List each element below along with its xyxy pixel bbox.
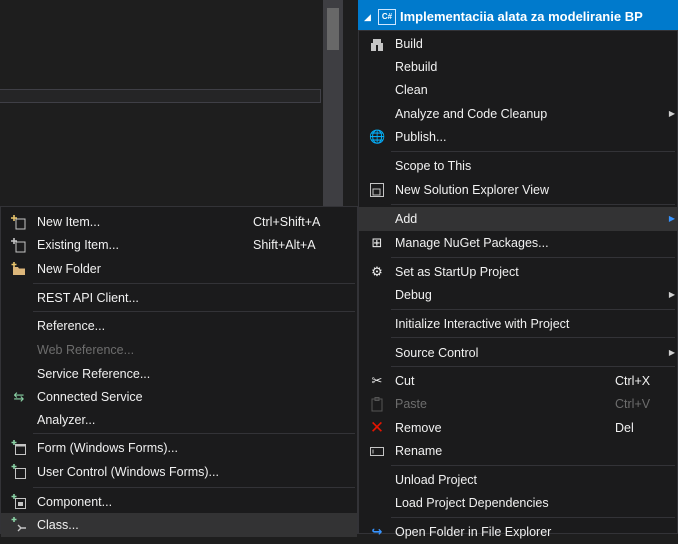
- rename-icon: [369, 443, 385, 459]
- existing-item-icon: [11, 237, 27, 253]
- menu-item-initialize-interactive[interactable]: Initialize Interactive with Project: [359, 312, 677, 336]
- menu-item-rename[interactable]: Rename: [359, 439, 677, 463]
- submenu-item-reference[interactable]: Reference...: [1, 314, 357, 338]
- menu-separator: [33, 433, 355, 434]
- remove-icon: ✕: [369, 418, 385, 437]
- menu-item-publish[interactable]: 🌐 Publish...: [359, 125, 677, 149]
- submenu-arrow-icon: ▶: [668, 214, 675, 223]
- menu-separator: [391, 257, 675, 258]
- submenu-arrow-icon: ▶: [668, 348, 675, 357]
- menu-separator: [391, 517, 675, 518]
- menu-separator: [391, 366, 675, 367]
- submenu-item-user-control[interactable]: User Control (Windows Forms)...: [1, 460, 357, 484]
- menu-item-rebuild[interactable]: Rebuild: [359, 55, 677, 79]
- menu-item-set-startup-project[interactable]: ⚙ Set as StartUp Project: [359, 260, 677, 284]
- gear-icon: ⚙: [371, 264, 383, 279]
- menu-item-cut[interactable]: ✂ Cut Ctrl+X: [359, 369, 677, 393]
- submenu-item-class[interactable]: Class...: [1, 513, 357, 537]
- open-folder-icon: ↪: [371, 524, 383, 539]
- menu-item-unload-project[interactable]: Unload Project: [359, 468, 677, 492]
- menu-item-new-solution-explorer-view[interactable]: New Solution Explorer View: [359, 178, 677, 202]
- submenu-item-existing-item[interactable]: Existing Item... Shift+Alt+A: [1, 233, 357, 257]
- new-folder-icon: [11, 261, 27, 277]
- menu-separator: [33, 487, 355, 488]
- menu-item-debug[interactable]: Debug ▶: [359, 283, 677, 307]
- paste-icon: [369, 396, 385, 412]
- menu-separator: [33, 283, 355, 284]
- submenu-item-rest-api-client[interactable]: REST API Client...: [1, 286, 357, 310]
- new-item-icon: [11, 214, 27, 230]
- solution-explorer-selected-project[interactable]: ◢ C# Implementaciia alata za modeliranie…: [358, 0, 678, 30]
- submenu-item-component[interactable]: Component...: [1, 490, 357, 514]
- build-icon: [369, 36, 385, 52]
- expand-arrow-icon[interactable]: ◢: [364, 12, 371, 23]
- scissors-icon: ✂: [371, 373, 383, 388]
- submenu-item-connected-service[interactable]: ⇆ Connected Service: [1, 385, 357, 409]
- scrollbar-thumb[interactable]: [327, 8, 339, 50]
- nuget-icon: ⊞: [371, 235, 383, 250]
- menu-separator: [391, 151, 675, 152]
- menu-separator: [391, 204, 675, 205]
- project-name: Implementaciia alata za modeliranie BP: [400, 9, 643, 24]
- connected-service-icon: ⇆: [13, 389, 25, 404]
- menu-separator: [391, 337, 675, 338]
- user-control-icon: [11, 464, 27, 480]
- menu-separator: [391, 309, 675, 310]
- menu-item-analyze-cleanup[interactable]: Analyze and Code Cleanup ▶: [359, 102, 677, 126]
- submenu-arrow-icon: ▶: [668, 109, 675, 118]
- submenu-item-new-item[interactable]: New Item... Ctrl+Shift+A: [1, 210, 357, 234]
- editor-input-field[interactable]: [0, 89, 321, 103]
- menu-item-open-folder[interactable]: ↪ Open Folder in File Explorer: [359, 520, 677, 544]
- submenu-item-form[interactable]: Form (Windows Forms)...: [1, 436, 357, 460]
- project-context-menu: Build Rebuild Clean Analyze and Code Cle…: [358, 30, 678, 539]
- menu-item-build[interactable]: Build: [359, 32, 677, 56]
- menu-item-clean[interactable]: Clean: [359, 78, 677, 102]
- menu-item-scope-to-this[interactable]: Scope to This: [359, 154, 677, 178]
- submenu-item-web-reference[interactable]: Web Reference...: [1, 338, 357, 362]
- submenu-item-new-folder[interactable]: New Folder: [1, 257, 357, 281]
- csharp-project-icon: C#: [378, 9, 396, 25]
- submenu-item-analyzer[interactable]: Analyzer...: [1, 408, 357, 432]
- globe-icon: 🌐: [369, 129, 386, 144]
- component-icon: [11, 494, 27, 510]
- menu-item-load-project-dependencies[interactable]: Load Project Dependencies: [359, 491, 677, 515]
- class-icon: [11, 517, 27, 533]
- menu-separator: [391, 465, 675, 466]
- form-icon: [11, 440, 27, 456]
- menu-item-manage-nuget[interactable]: ⊞ Manage NuGet Packages...: [359, 231, 677, 255]
- menu-item-add[interactable]: Add ▶: [359, 207, 677, 231]
- submenu-arrow-icon: ▶: [668, 290, 675, 299]
- submenu-item-service-reference[interactable]: Service Reference...: [1, 362, 357, 386]
- new-view-icon: [369, 182, 385, 198]
- menu-item-source-control[interactable]: Source Control ▶: [359, 341, 677, 365]
- menu-item-remove[interactable]: ✕ Remove Del: [359, 416, 677, 440]
- menu-item-paste[interactable]: Paste Ctrl+V: [359, 392, 677, 416]
- add-submenu: New Item... Ctrl+Shift+A Existing Item..…: [0, 206, 358, 537]
- menu-separator: [33, 311, 355, 312]
